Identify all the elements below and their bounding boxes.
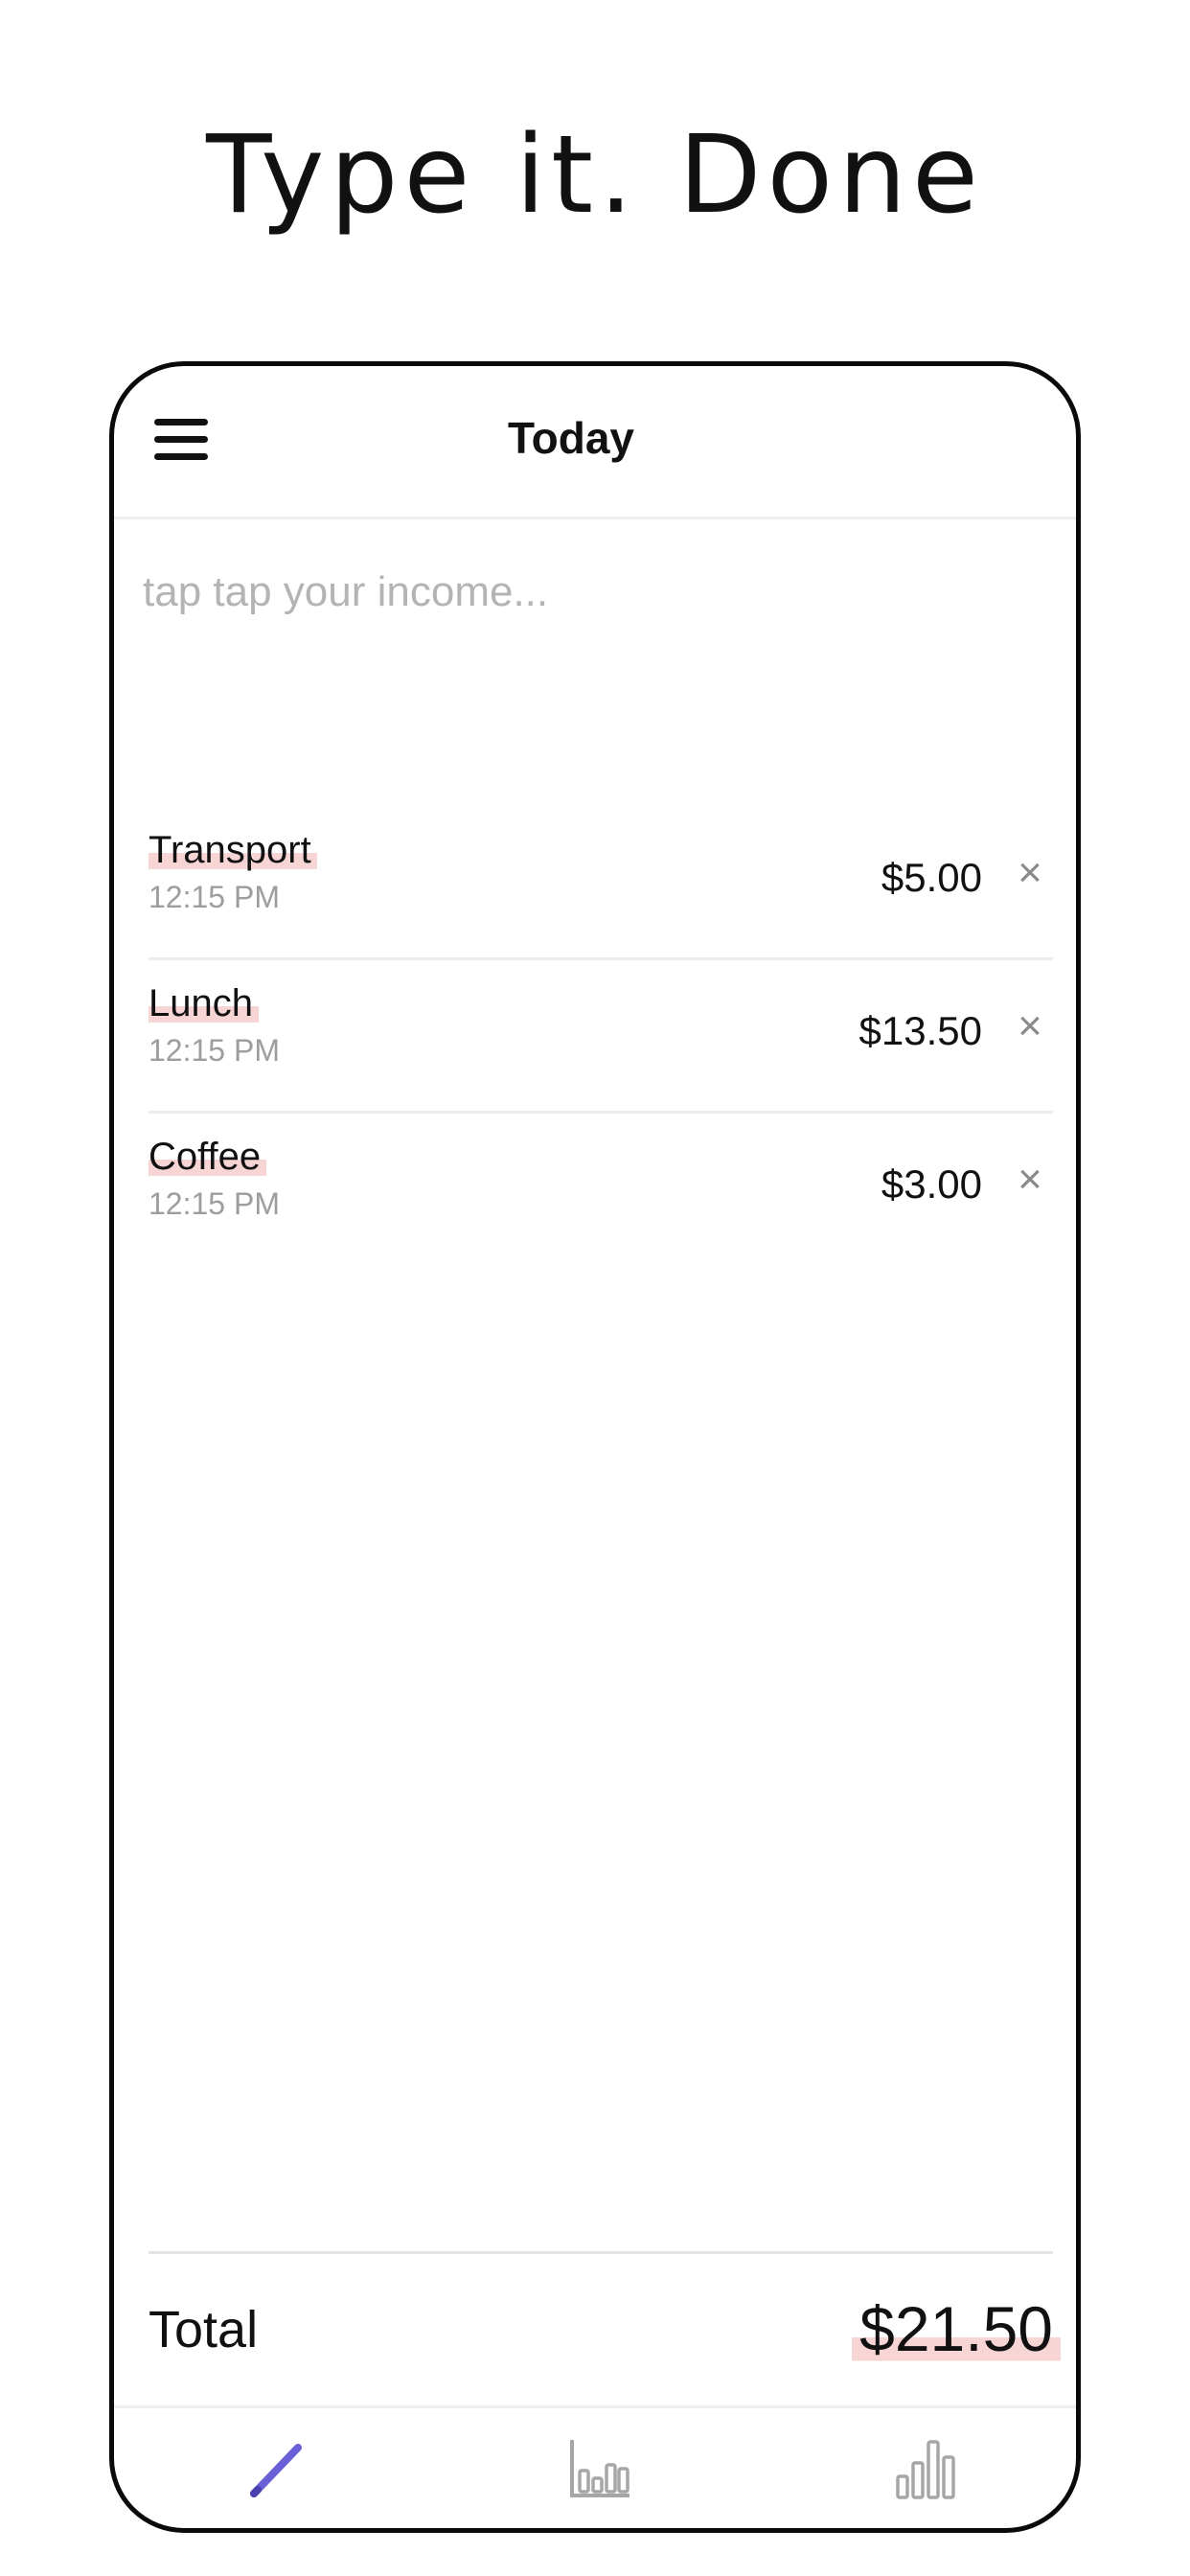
pencil-icon bbox=[250, 2444, 302, 2497]
phone-frame: Today Transport 12:15 PM $5.00 × Lunch 1… bbox=[109, 361, 1081, 2533]
list-item[interactable]: Coffee 12:15 PM $3.00 × bbox=[149, 1114, 1053, 1267]
entry-input[interactable] bbox=[143, 554, 1043, 631]
item-time: 12:15 PM bbox=[149, 1033, 280, 1068]
total-amount: $21.50 bbox=[852, 2292, 1061, 2365]
item-time: 12:15 PM bbox=[149, 1186, 280, 1221]
item-amount: $3.00 bbox=[881, 1162, 982, 1207]
transaction-list: Transport 12:15 PM $5.00 × Lunch 12:15 P… bbox=[149, 807, 1053, 1267]
list-item[interactable]: Lunch 12:15 PM $13.50 × bbox=[149, 960, 1053, 1114]
bar-chart-icon bbox=[896, 2440, 955, 2499]
page-title: Today bbox=[507, 413, 635, 463]
tab-entry[interactable] bbox=[114, 2408, 438, 2528]
item-name: Transport bbox=[149, 826, 317, 874]
item-time: 12:15 PM bbox=[149, 880, 280, 914]
bar-chart-outline-icon bbox=[570, 2440, 629, 2497]
total-label: Total bbox=[149, 2301, 259, 2358]
close-icon[interactable]: × bbox=[1011, 1156, 1049, 1204]
item-amount: $5.00 bbox=[881, 855, 982, 900]
app-bar: Today bbox=[114, 366, 1076, 519]
marketing-headline: Type it. Done bbox=[206, 113, 984, 238]
tab-history[interactable] bbox=[438, 2408, 762, 2528]
item-name: Lunch bbox=[149, 979, 259, 1027]
list-item[interactable]: Transport 12:15 PM $5.00 × bbox=[149, 807, 1053, 960]
total-bar: Total $21.50 bbox=[149, 2251, 1061, 2410]
item-name: Coffee bbox=[149, 1133, 267, 1181]
tab-stats[interactable] bbox=[762, 2408, 1076, 2528]
tab-bar bbox=[114, 2405, 1076, 2528]
close-icon[interactable]: × bbox=[1011, 849, 1049, 897]
close-icon[interactable]: × bbox=[1011, 1002, 1049, 1050]
item-amount: $13.50 bbox=[858, 1008, 982, 1053]
